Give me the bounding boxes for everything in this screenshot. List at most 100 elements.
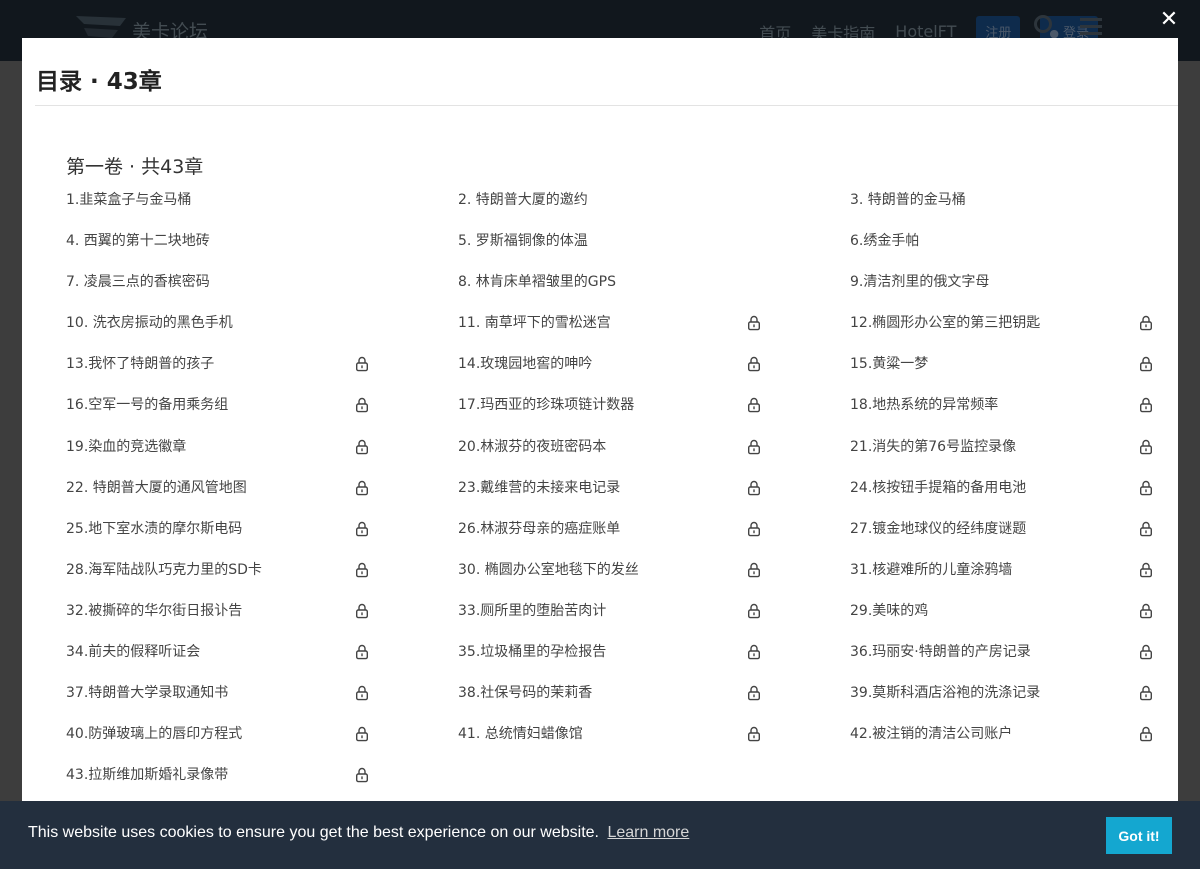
chapter-item[interactable]: 23.戴维营的未接来电记录 [458,478,761,519]
lock-icon [356,357,369,372]
lock-icon [1140,727,1153,742]
chapter-item[interactable]: 2. 特朗普大厦的邀约 [458,190,761,231]
chapter-item[interactable]: 31.核避难所的儿童涂鸦墙 [850,560,1153,601]
divider [35,105,1178,106]
lock-icon [356,562,369,578]
lock-icon [1140,686,1153,701]
chapter-title: 13.我怀了特朗普的孩子 [66,356,215,373]
chapter-item[interactable]: 10. 洗衣房振动的黑色手机 [66,313,369,354]
lock-icon [748,480,761,495]
chapter-item[interactable]: 29.美味的鸡 [850,601,1153,642]
chapter-title: 7. 凌晨三点的香槟密码 [66,274,210,291]
chapter-item[interactable]: 4. 西翼的第十二块地砖 [66,231,369,272]
chapter-item[interactable]: 12.椭圆形办公室的第三把钥匙 [850,313,1153,354]
chapter-title: 18.地热系统的异常频率 [850,397,999,414]
chapter-list: 1.韭菜盒子与金马桶 2. 特朗普大厦的邀约 3. 特朗普的金马桶 4. 西翼的第十二… [66,190,1156,806]
toc-modal: 目录 · 43章 第一卷 · 共43章 1.韭菜盒子与金马桶 2. 特朗普大厦的邀… [22,38,1178,818]
close-icon[interactable]: ✕ [1158,9,1180,31]
chapter-title: 10. 洗衣房振动的黑色手机 [66,315,233,332]
chapter-title: 20.林淑芬的夜班密码本 [458,438,607,455]
lock-icon [1140,398,1153,413]
chapter-title: 43.拉斯维加斯婚礼录像带 [66,767,229,784]
chapter-item[interactable]: 7. 凌晨三点的香槟密码 [66,272,369,313]
chapter-item[interactable]: 15.黄粱一梦 [850,354,1153,395]
chapter-item[interactable]: 37.特朗普大学录取通知书 [66,683,369,724]
chapter-title: 24.核按钮手提箱的备用电池 [850,479,1027,496]
chapter-item[interactable]: 27.镀金地球仪的经纬度谜题 [850,519,1153,560]
chapter-item[interactable]: 14.玫瑰园地窖的呻吟 [458,354,761,395]
chapter-title: 35.垃圾桶里的孕检报告 [458,644,607,661]
lock-icon [356,398,369,413]
chapter-item[interactable]: 24.核按钮手提箱的备用电池 [850,478,1153,519]
chapter-item[interactable]: 1.韭菜盒子与金马桶 [66,190,369,231]
chapter-item[interactable]: 5. 罗斯福铜像的体温 [458,231,761,272]
chapter-item[interactable]: 40.防弹玻璃上的唇印方程式 [66,724,369,765]
chapter-title: 30. 椭圆办公室地毯下的发丝 [458,561,639,578]
chapter-item[interactable]: 9.清洁剂里的俄文字母 [850,272,1153,313]
chapter-item[interactable]: 25.地下室水渍的摩尔斯电码 [66,519,369,560]
lock-icon [356,603,369,619]
chapter-item[interactable]: 33.厕所里的堕胎苦肉计 [458,601,761,642]
chapter-title: 29.美味的鸡 [850,602,929,619]
lock-icon [748,398,761,413]
lock-icon [1140,357,1153,372]
lock-icon [748,521,761,537]
chapter-item[interactable]: 34.前夫的假释听证会 [66,642,369,683]
chapter-item[interactable]: 21.消失的第76号监控录像 [850,437,1153,478]
lock-icon [748,686,761,701]
chapter-title: 17.玛西亚的珍珠项链计数器 [458,397,635,414]
chapter-item[interactable]: 17.玛西亚的珍珠项链计数器 [458,395,761,436]
chapter-title: 6.绣金手帕 [850,233,920,250]
lock-icon [1140,480,1153,495]
chapter-title: 1.韭菜盒子与金马桶 [66,192,192,208]
chapter-title: 16.空军一号的备用乘务组 [66,397,229,414]
chapter-item[interactable]: 13.我怀了特朗普的孩子 [66,354,369,395]
chapter-title: 14.玫瑰园地窖的呻吟 [458,356,593,373]
chapter-item[interactable]: 8. 林肯床单褶皱里的GPS [458,272,761,313]
chapter-item[interactable]: 35.垃圾桶里的孕检报告 [458,642,761,683]
lock-icon [748,562,761,578]
chapter-title: 22. 特朗普大厦的通风管地图 [66,479,247,496]
chapter-item[interactable]: 41. 总统情妇蜡像馆 [458,724,761,765]
chapter-title: 2. 特朗普大厦的邀约 [458,192,588,208]
chapter-item[interactable]: 28.海军陆战队巧克力里的SD卡 [66,560,369,601]
lock-icon [1140,439,1153,454]
chapter-item[interactable]: 38.社保号码的茉莉香 [458,683,761,724]
chapter-title: 21.消失的第76号监控录像 [850,438,1017,455]
learn-more-link[interactable]: Learn more [607,824,689,841]
cookie-accept-button[interactable]: Got it! [1106,817,1172,854]
lock-icon [1140,562,1153,578]
chapter-item[interactable]: 3. 特朗普的金马桶 [850,190,1153,231]
chapter-item[interactable]: 32.被撕碎的华尔街日报讣告 [66,601,369,642]
chapter-title: 34.前夫的假释听证会 [66,644,201,661]
lock-icon [1140,521,1153,537]
modal-title: 目录 · 43章 [36,69,162,95]
chapter-item[interactable]: 11. 南草坪下的雪松迷宫 [458,313,761,354]
chapter-item[interactable]: 42.被注销的清洁公司账户 [850,724,1153,765]
cookie-banner: This website uses cookies to ensure you … [0,801,1200,869]
chapter-item[interactable]: 30. 椭圆办公室地毯下的发丝 [458,560,761,601]
chapter-item[interactable]: 19.染血的竞选徽章 [66,437,369,478]
lock-icon [748,357,761,372]
lock-icon [356,521,369,537]
chapter-item[interactable]: 20.林淑芬的夜班密码本 [458,437,761,478]
lock-icon [1140,644,1153,660]
chapter-item[interactable]: 22. 特朗普大厦的通风管地图 [66,478,369,519]
chapter-item[interactable]: 6.绣金手帕 [850,231,1153,272]
chapter-item[interactable]: 18.地热系统的异常频率 [850,395,1153,436]
lock-icon [356,686,369,701]
cookie-message-row: This website uses cookies to ensure you … [28,824,689,842]
lock-icon [748,644,761,660]
lock-icon [356,480,369,495]
chapter-title: 4. 西翼的第十二块地砖 [66,233,210,250]
chapter-title: 39.莫斯科酒店浴袍的洗涤记录 [850,685,1041,702]
chapter-item[interactable]: 26.林淑芬母亲的癌症账单 [458,519,761,560]
chapter-item[interactable]: 36.玛丽安·特朗普的产房记录 [850,642,1153,683]
chapter-title: 12.椭圆形办公室的第三把钥匙 [850,315,1041,332]
chapter-item[interactable]: 39.莫斯科酒店浴袍的洗涤记录 [850,683,1153,724]
chapter-title: 31.核避难所的儿童涂鸦墙 [850,561,1013,578]
chapter-title: 33.厕所里的堕胎苦肉计 [458,602,607,619]
chapter-item[interactable]: 16.空军一号的备用乘务组 [66,395,369,436]
chapter-title: 3. 特朗普的金马桶 [850,192,966,208]
chapter-title: 38.社保号码的茉莉香 [458,685,593,702]
